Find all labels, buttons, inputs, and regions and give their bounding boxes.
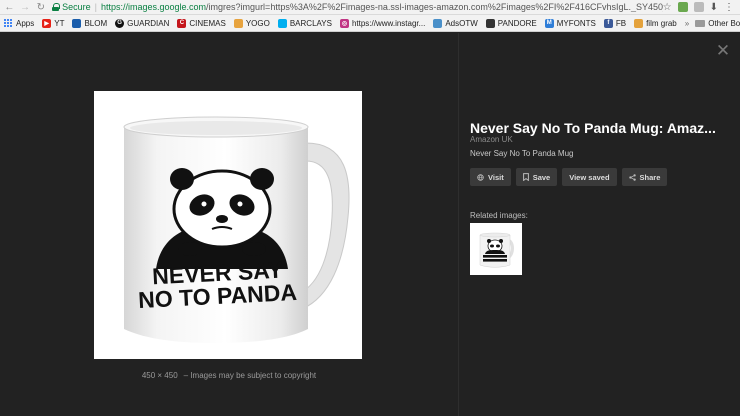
image-description: Never Say No To Panda Mug — [470, 149, 574, 158]
download-icon[interactable]: ⬇ — [710, 2, 718, 13]
lock-icon — [52, 3, 61, 11]
view-saved-button[interactable]: View saved — [562, 168, 617, 186]
bookmark-fb[interactable]: f FB — [603, 18, 627, 28]
bookmark-film-grab[interactable]: film grab — [634, 18, 677, 28]
film-grab-icon — [634, 18, 644, 28]
image-title[interactable]: Never Say No To Panda Mug: Amaz... — [470, 120, 725, 136]
youtube-icon: ▶ — [42, 18, 52, 28]
bookmark-adsotw[interactable]: AdsOTW — [433, 18, 478, 28]
adsotw-icon — [433, 18, 443, 28]
bookmark-label: PANDORE — [497, 18, 537, 28]
folder-icon — [695, 19, 706, 27]
image-caption: 450 × 450– Images may be subject to copy… — [0, 371, 458, 380]
bookmarks-bar: Apps ▶ YT BLOM G GUARDIAN C CINEMAS YOGO… — [0, 15, 740, 32]
bookmark-label: BLOM — [84, 18, 108, 28]
bookmark-star-icon[interactable]: ☆ — [663, 2, 672, 13]
apps-grid-icon — [4, 18, 13, 28]
share-label: Share — [639, 172, 661, 182]
blom-icon — [72, 18, 82, 28]
visit-button[interactable]: Visit — [470, 168, 511, 186]
extension-icon[interactable] — [693, 2, 704, 12]
copyright-note: Images may be subject to copyright — [190, 371, 317, 380]
bookmark-yt[interactable]: ▶ YT — [42, 18, 65, 28]
save-label: Save — [532, 172, 551, 182]
bookmark-label: https://www.instagr... — [351, 18, 426, 28]
pandore-icon — [485, 18, 495, 28]
cinemas-icon: C — [177, 18, 187, 28]
facebook-icon: f — [603, 18, 613, 28]
bookmark-guardian[interactable]: G GUARDIAN — [115, 18, 170, 28]
image-dimensions: 450 × 450 — [141, 371, 178, 380]
back-icon[interactable]: ← — [3, 1, 16, 14]
guardian-icon: G — [115, 18, 125, 28]
instagram-icon: ◎ — [339, 18, 349, 28]
bookmark-barclays[interactable]: BARCLAYS — [277, 18, 332, 28]
bookmark-label: YOGO — [245, 18, 270, 28]
bookmark-label: AdsOTW — [445, 18, 478, 28]
image-viewer: NEVER SAY NO TO PANDA 450 × 450– Images … — [0, 33, 740, 416]
reload-icon[interactable]: ↻ — [34, 1, 47, 14]
myfonts-icon: M — [544, 18, 554, 28]
panel-divider — [458, 33, 459, 416]
menu-icon[interactable]: ⋮ — [724, 2, 734, 13]
url-field[interactable]: https://images.google.com/imgres?imgurl=… — [101, 2, 663, 12]
url-separator: | — [94, 2, 97, 12]
address-bar: ← → ↻ Secure | https://images.google.com… — [0, 0, 740, 15]
related-images-label: Related images: — [470, 211, 528, 220]
related-image-thumbnail[interactable] — [470, 223, 522, 275]
barclays-icon — [277, 18, 287, 28]
close-icon[interactable]: ✕ — [715, 43, 731, 60]
bookmark-icon — [522, 173, 529, 181]
bookmark-label: YT — [54, 18, 65, 28]
action-buttons: Visit Save View saved Share — [470, 168, 668, 186]
forward-icon[interactable]: → — [19, 1, 32, 14]
bookmark-blom[interactable]: BLOM — [72, 18, 108, 28]
bookmarks-right: » Other Bookmarks — [685, 19, 740, 28]
bookmark-other[interactable]: Other Bookmarks — [695, 19, 740, 28]
share-button[interactable]: Share — [621, 168, 668, 186]
bookmark-pandore[interactable]: PANDORE — [485, 18, 537, 28]
url-path: /imgres?imgurl=https%3A%2F%2Fimages-na.s… — [206, 2, 663, 12]
main-image[interactable]: NEVER SAY NO TO PANDA — [94, 91, 362, 359]
bookmark-cinemas[interactable]: C CINEMAS — [177, 18, 226, 28]
bookmark-label: CINEMAS — [189, 18, 226, 28]
save-button[interactable]: Save — [515, 168, 558, 186]
bookmark-myfonts[interactable]: M MYFONTS — [544, 18, 596, 28]
secure-indicator[interactable]: Secure — [52, 2, 91, 12]
bookmark-label: BARCLAYS — [289, 18, 332, 28]
url-host: https://images.google.com — [100, 2, 207, 12]
view-saved-label: View saved — [569, 172, 610, 182]
bookmark-label: Other Bookmarks — [708, 18, 740, 28]
bookmark-label: GUARDIAN — [127, 18, 170, 28]
extension-icon[interactable] — [677, 2, 688, 12]
image-source[interactable]: Amazon UK — [470, 135, 513, 144]
visit-label: Visit — [488, 172, 504, 182]
bookmark-label: FB — [615, 18, 627, 28]
bookmark-yogo[interactable]: YOGO — [233, 18, 270, 28]
toolbar-right: ☆ ⬇ ⋮ — [663, 2, 740, 13]
bookmarks-overflow-icon[interactable]: » — [685, 19, 689, 28]
bookmark-apps[interactable]: Apps — [4, 18, 35, 28]
globe-icon — [477, 173, 484, 181]
secure-label: Secure — [62, 2, 91, 12]
bookmark-label: MYFONTS — [556, 18, 596, 28]
bookmark-instagram[interactable]: ◎ https://www.instagr... — [339, 18, 426, 28]
bookmark-label: film grab — [646, 18, 677, 28]
share-icon — [628, 173, 636, 181]
bookmark-label: Apps — [16, 18, 35, 28]
yogo-icon — [233, 18, 243, 28]
